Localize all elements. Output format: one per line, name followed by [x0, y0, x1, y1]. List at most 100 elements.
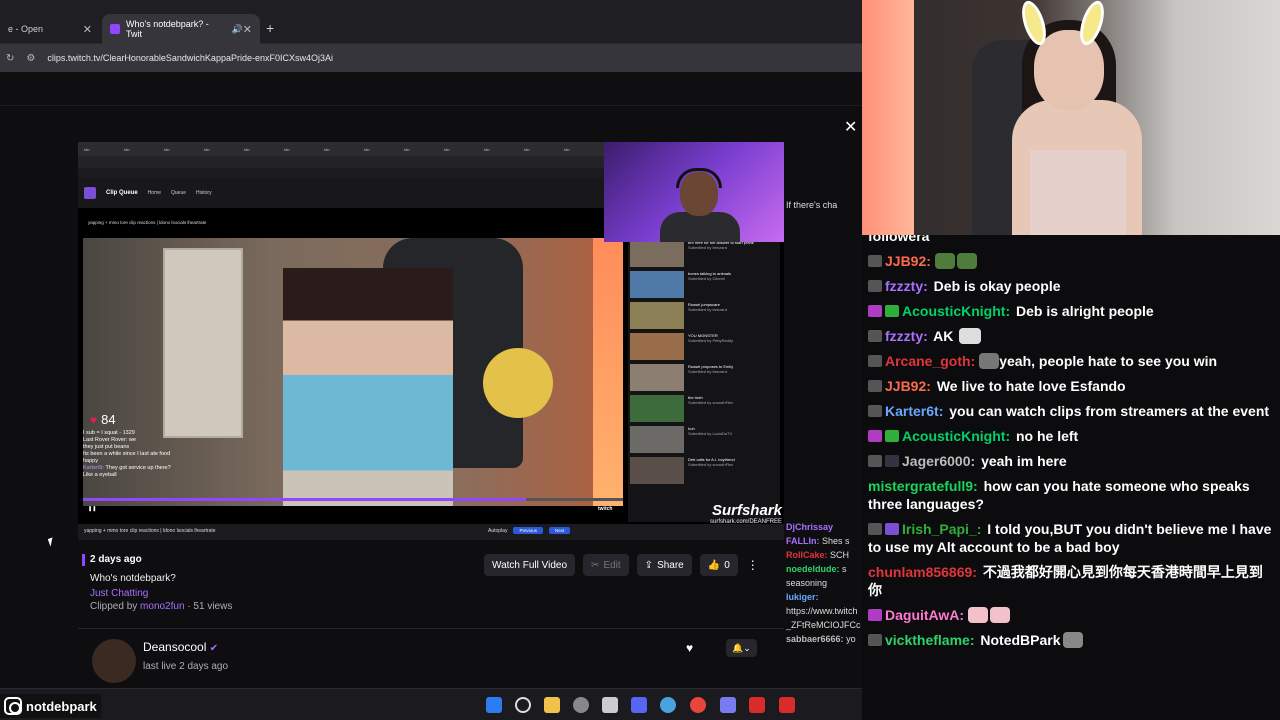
badge-icon [868, 634, 882, 646]
instagram-handle: notdebpark [26, 698, 97, 714]
chrome-icon[interactable] [690, 697, 706, 713]
instagram-icon [4, 697, 22, 715]
chat-message: followera [868, 235, 930, 244]
list-item: bro here for the answer to start prank Su… [628, 238, 780, 269]
settings-icon[interactable] [573, 697, 589, 713]
app-icon[interactable] [779, 697, 795, 713]
emote-icon [990, 607, 1011, 623]
file-explorer-icon[interactable] [544, 697, 560, 713]
badge-icon [868, 355, 882, 367]
speaker-icon[interactable]: 🔊 [232, 24, 243, 35]
list-item: huh Submitted by LouisDaTV [628, 424, 780, 455]
badge-icon [868, 255, 882, 267]
list-item: lukiger: https://www.twitch _ZFtReMCIOJF… [786, 592, 861, 630]
app-icon[interactable] [749, 697, 765, 713]
headphones-icon [676, 168, 722, 188]
close-icon[interactable]: ✕ [243, 23, 252, 36]
badge-icon [868, 330, 882, 342]
face-shape [1034, 30, 1104, 110]
discord-icon[interactable] [631, 697, 647, 713]
watch-full-video-button[interactable]: Watch Full Video [484, 554, 576, 576]
badge-icon [885, 523, 899, 535]
clip-title: Who's notdebpark? [90, 573, 176, 584]
next-button: Next [548, 527, 571, 534]
sponsor-banner: Surfshark surfshark.com/DEANFREE [678, 502, 782, 540]
heart-icon: ♥ [90, 413, 98, 427]
inner-footer-caption: yapping + mmo tore clip reactions | ldon… [84, 528, 216, 534]
chat-message: fzzzty: Deb is okay people [862, 277, 1280, 295]
clip-queue-nav-home: Home [147, 190, 162, 196]
emote-icon [934, 253, 955, 269]
new-tab-icon[interactable]: + [266, 20, 274, 36]
tab-open-title: e - Open [8, 24, 44, 34]
badge-icon [885, 455, 899, 467]
ring-light [862, 0, 914, 235]
chat-message: AcousticKnight: Deb is alright people [862, 302, 1280, 320]
list-item: bones talking to animals Submitted by Clk… [628, 269, 780, 300]
search-icon[interactable] [515, 697, 531, 713]
avatar[interactable] [92, 639, 136, 683]
video-player[interactable]: tabtabtabtabtabtabtabtabtabtabtabtabtabt… [78, 142, 784, 540]
scissors-icon: ✂ [591, 559, 600, 571]
chat-message: vicktheflame: NotedBPark [862, 631, 1280, 649]
pause-icon[interactable]: ❚❚ [88, 506, 96, 512]
tab-open[interactable]: e - Open ✕ [0, 14, 100, 44]
clip-category-link[interactable]: Just Chatting [90, 588, 148, 599]
like-button[interactable]: 👍 0 [699, 554, 738, 576]
list-item: the truth Submitted by smoothFlex [628, 393, 780, 424]
thumbs-up-icon: 👍 [707, 559, 721, 571]
windows-start-icon[interactable] [486, 697, 502, 713]
badge-icon [868, 523, 882, 535]
screen: e - Open ✕ Who's notdebpark? - Twit 🔊 ✕ … [0, 0, 1280, 720]
notification-bell-button[interactable]: 🔔 ⌄ [726, 639, 757, 657]
edit-button[interactable]: ✂ Edit [583, 554, 629, 576]
sponsor-url: surfshark.com/DEANFREE [709, 519, 782, 525]
share-button[interactable]: ⇪ Share [636, 554, 692, 576]
chat-message: Arcane_goth: yeah, people hate to see you… [862, 352, 1280, 370]
door-shape [163, 248, 243, 438]
more-options-icon[interactable]: ⋮ [746, 558, 760, 572]
side-chat-peek: DjChrissay FALLIn: Shes s RollCake: SCH … [786, 520, 862, 646]
edge-icon[interactable] [660, 697, 676, 713]
viewer-count-value: 84 [101, 412, 116, 427]
like-count: 0 [724, 559, 730, 571]
list-item: Russel jumpscare Submitted by beezard [628, 300, 780, 331]
emote-icon [979, 353, 1000, 369]
address-bar[interactable]: ↻ ⚙ clips.twitch.tv/ClearHonorableSandwi… [0, 44, 862, 72]
overlay-chat-line: Last Rover Rover: we [83, 437, 136, 443]
progress-fill [83, 498, 526, 501]
reload-icon[interactable]: ↻ [6, 53, 14, 64]
share-label: Share [657, 559, 684, 571]
lamp-light [593, 238, 623, 506]
plush-toy-shape [483, 348, 553, 418]
browser-tab-bar: e - Open ✕ Who's notdebpark? - Twit 🔊 ✕ … [0, 0, 862, 44]
close-icon[interactable]: ✕ [844, 117, 857, 137]
chat-message: AcousticKnight: no he left [862, 427, 1280, 445]
channel-name-row[interactable]: Deansocool ✔ [143, 640, 218, 654]
follow-heart-icon[interactable]: ♥ [686, 641, 693, 655]
progress-bar[interactable] [83, 498, 623, 501]
chat-message: Jager6000: yeah im here [862, 452, 1280, 470]
list-item: noedeldude: s seasoning [786, 564, 847, 588]
instagram-handle-badge: notdebpark [0, 694, 101, 718]
chat-message: Karter6t: you can watch clips from strea… [862, 402, 1280, 420]
badge-icon [868, 380, 882, 392]
chat-message: chunlam856869: 不過我都好開心見到你每天香港時間早上見到你 [868, 564, 1263, 598]
site-settings-icon[interactable]: ⚙ [26, 53, 35, 64]
tab-twitch-clip[interactable]: Who's notdebpark? - Twit 🔊 ✕ [102, 14, 260, 44]
chevron-down-icon: ⌄ [743, 642, 751, 653]
chat-message: fzzzty: AK [862, 327, 1280, 345]
clipper-link[interactable]: mono2fun [140, 601, 184, 612]
chat-message: mistergratefull9: how can you hate someo… [868, 478, 1250, 512]
bell-icon: 🔔 [732, 642, 744, 653]
close-icon[interactable]: ✕ [83, 23, 92, 36]
list-item: RollCake: SCH [786, 550, 850, 560]
chat-panel: followera JJB92: fzzzty: Deb is okay peo… [862, 235, 1280, 720]
channel-last-live: last live 2 days ago [143, 661, 229, 672]
overlay-chat-line: Karter6t: They got service up there? [83, 465, 171, 471]
notepad-icon[interactable] [602, 697, 618, 713]
app-icon[interactable] [720, 697, 736, 713]
chat-message: JJB92: [862, 252, 1280, 270]
badge-icon [868, 405, 882, 417]
streamer-webcam [862, 0, 1280, 235]
